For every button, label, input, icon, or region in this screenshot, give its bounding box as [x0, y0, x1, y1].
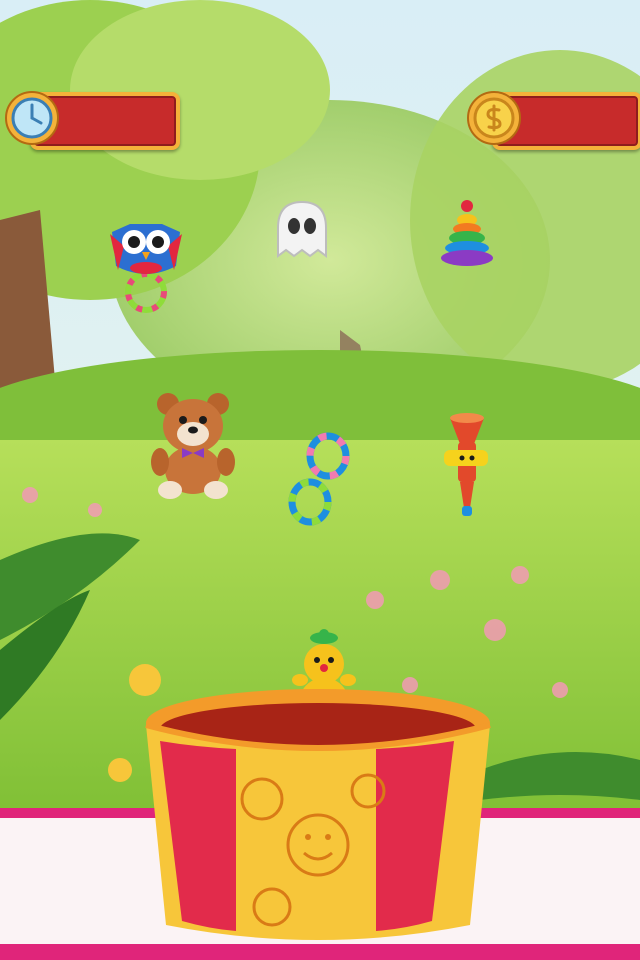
game-scene [0, 0, 640, 960]
timer-display [4, 90, 180, 150]
stopwatch-icon [5, 91, 59, 145]
ring-stacker-icon[interactable] [436, 198, 498, 272]
coin-counter [466, 90, 640, 150]
teddy-bear-icon[interactable] [150, 390, 236, 500]
coin-icon [467, 91, 521, 145]
trumpet-icon[interactable] [430, 412, 496, 520]
teether-icon[interactable] [284, 430, 356, 530]
owl-rattle-icon[interactable] [100, 210, 192, 314]
toy-basket[interactable] [140, 685, 496, 947]
ghost-icon[interactable] [272, 198, 332, 260]
